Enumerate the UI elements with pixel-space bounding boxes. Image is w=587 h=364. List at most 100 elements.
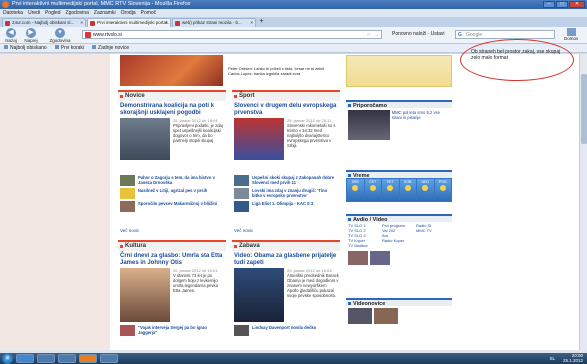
list-item[interactable]: Lovski ima zdaj v znanju drugič: 'Tino b…	[234, 188, 338, 201]
taskbar-media-icon[interactable]	[58, 354, 76, 363]
list-thumb	[234, 175, 249, 186]
home-icon	[566, 28, 576, 36]
list-item[interactable]: Nasilnež v Litiji, ugrizal pes v prsih	[120, 188, 224, 201]
sun-icon	[387, 185, 394, 191]
section-title[interactable]: Avdio / Video	[346, 214, 452, 223]
list-item[interactable]: "Vojak interveja Sergej pa bo igrao Jagg…	[120, 325, 224, 338]
new-tab-button[interactable]: +	[257, 18, 266, 27]
headline[interactable]: Črni dnevi za glasbo: Umrla sta Etta Jam…	[118, 251, 226, 268]
tab-bar: 24ur.com - Najbolj obiskani sl... × Prvi …	[0, 17, 587, 27]
vertical-scrollbar[interactable]	[579, 54, 587, 350]
headline[interactable]: Video: Obama za glasbene prijatelje tudi…	[232, 251, 340, 268]
search-placeholder: Google	[466, 32, 483, 38]
tab-close-icon[interactable]: ×	[165, 19, 168, 27]
home-button[interactable]: Domov	[564, 28, 578, 41]
channel-link[interactable]: TV Maribor	[348, 243, 382, 248]
tab-web[interactable]: web) prikaz strani mozila - b... ×	[172, 18, 256, 27]
list-thumb	[120, 188, 135, 199]
article-summary: Ameriški predsednik Barack Obama je med …	[287, 273, 339, 298]
list-thumb	[120, 175, 135, 186]
close-button[interactable]: ✕	[569, 1, 585, 8]
tab-favicon-icon	[90, 21, 95, 26]
section-title[interactable]: Videonovice	[346, 298, 452, 307]
list-item[interactable]: Lindsay Davenport nosila dečko	[234, 325, 338, 338]
menu-help[interactable]: Pomoč	[141, 9, 157, 17]
menu-edit[interactable]: Uredi	[28, 9, 40, 17]
address-bar[interactable]: www.rtvslo.si ☆ →	[82, 30, 382, 39]
system-clock[interactable]: 20:00 25.1.2012	[563, 353, 583, 363]
section-title[interactable]: Zabava	[232, 242, 340, 251]
bookmark-item[interactable]: Zadnje novice	[92, 44, 129, 52]
list-item[interactable]: Uspešni skoki skupaj z Zakopanah dobre S…	[234, 175, 338, 188]
news-list: Pahor o Zagorju s tem, da ima bistvo v J…	[120, 175, 224, 214]
culture-photo[interactable]	[120, 268, 170, 322]
reload-button[interactable]: Ponovno naloži · Ustavi	[392, 30, 445, 39]
back-button[interactable]: ◀ Nazaj	[2, 28, 20, 43]
more-sport-link[interactable]: Več novic	[234, 228, 253, 233]
forward-button[interactable]: ▶ Naprej	[22, 28, 40, 43]
tab-rtvslo[interactable]: Prvi interaktivni multimedijski portal..…	[87, 18, 171, 27]
section-title[interactable]: Novice	[118, 92, 226, 101]
headline[interactable]: Slovenci v drugem delu evropskega prvens…	[232, 101, 340, 118]
sun-icon	[404, 185, 411, 191]
list-thumb	[234, 201, 249, 212]
sport-photo[interactable]	[234, 118, 284, 160]
bookmark-star-icon[interactable]: ☆	[367, 31, 371, 39]
sun-icon	[439, 185, 446, 191]
tab-24ur[interactable]: 24ur.com - Najbolj obiskani sl... ×	[2, 18, 86, 27]
rss-icon	[92, 45, 97, 49]
culture-list: "Vojak interveja Sergej pa bo igrao Jagg…	[120, 325, 224, 338]
list-item[interactable]: Liga Eliot 1. Olimpija - KAC 0:3	[234, 201, 338, 214]
section-sport: Šport Slovenci v drugem delu evropskega …	[232, 90, 340, 236]
site-favicon-icon	[85, 32, 91, 38]
taskbar-word-icon[interactable]	[100, 354, 118, 363]
go-arrow-icon[interactable]: →	[374, 31, 379, 39]
minimize-button[interactable]: –	[543, 1, 555, 8]
list-item[interactable]: Sporočilo pevcev Makarmičnoj v bliižini	[120, 201, 224, 214]
entertainment-list: Lindsay Davenport nosila dečko	[234, 325, 338, 338]
menu-file[interactable]: Datoteka	[3, 9, 23, 17]
weather-forecast[interactable]: SRE ČET PET SOB NED PON	[346, 178, 452, 202]
video-thumb[interactable]	[348, 251, 368, 265]
more-news-link[interactable]: Več novic	[120, 228, 139, 233]
video-thumb[interactable]	[348, 308, 372, 324]
bookmark-item[interactable]: Prvi koraki	[54, 44, 84, 52]
recommend-text[interactable]: MMC pol leta smo 9.2 vse strani in pisan…	[392, 110, 450, 140]
headline[interactable]: Demonstrirana koalicija na poti k skoraj…	[118, 101, 226, 118]
video-thumb[interactable]	[370, 251, 390, 265]
start-button[interactable]: ⊞	[2, 353, 13, 364]
list-item[interactable]: Pahor o Zagorju s tem, da ima bistvo v J…	[120, 175, 224, 188]
taskbar-explorer-icon[interactable]	[37, 354, 55, 363]
window-titlebar: Prvi interaktivni multimedijski portal, …	[0, 0, 587, 9]
top-teaser-image[interactable]	[120, 55, 223, 86]
entertainment-photo[interactable]	[234, 268, 284, 322]
section-title[interactable]: Priporočamo	[346, 100, 452, 109]
menu-tools[interactable]: Orodja	[121, 9, 136, 17]
menu-history[interactable]: Zgodovina	[66, 9, 89, 17]
history-button[interactable]: ▾ Zgodovina	[42, 28, 78, 43]
tab-close-icon[interactable]: ×	[250, 19, 253, 27]
article-summary: V starosti 73 let je po dolgem boju z le…	[173, 273, 218, 293]
right-whitespace	[455, 54, 579, 350]
menu-bookmarks[interactable]: Zaznamki	[94, 9, 116, 17]
video-thumb[interactable]	[374, 308, 398, 324]
news-photo[interactable]	[120, 118, 170, 160]
search-box[interactable]: G Google	[455, 30, 555, 39]
section-title[interactable]: Šport	[232, 92, 340, 101]
taskbar-firefox-icon[interactable]	[79, 354, 97, 363]
recommend-photo[interactable]	[348, 110, 390, 140]
window-controls: – □ ✕	[543, 1, 585, 8]
stop-button[interactable]: Ustavi	[431, 31, 445, 37]
section-title[interactable]: Vreme	[346, 170, 452, 179]
language-indicator[interactable]: SL	[549, 356, 555, 361]
section-title[interactable]: Kultura	[118, 242, 226, 251]
handwritten-annotation: Ob straneh bel prostor zakaj, vse skupaj…	[460, 39, 574, 81]
bookmark-item[interactable]: Najbolj obiskano	[4, 44, 47, 52]
top-link[interactable]: Carlos Lopez: banka izgubila zaradi evra	[228, 71, 338, 76]
menu-view[interactable]: Pogled	[45, 9, 61, 17]
maximize-button[interactable]: □	[556, 1, 568, 8]
taskbar-ie-icon[interactable]	[16, 354, 34, 363]
tab-close-icon[interactable]: ×	[80, 19, 83, 27]
scrollbar-thumb[interactable]	[581, 74, 587, 144]
top-banner-ad[interactable]	[346, 55, 452, 87]
